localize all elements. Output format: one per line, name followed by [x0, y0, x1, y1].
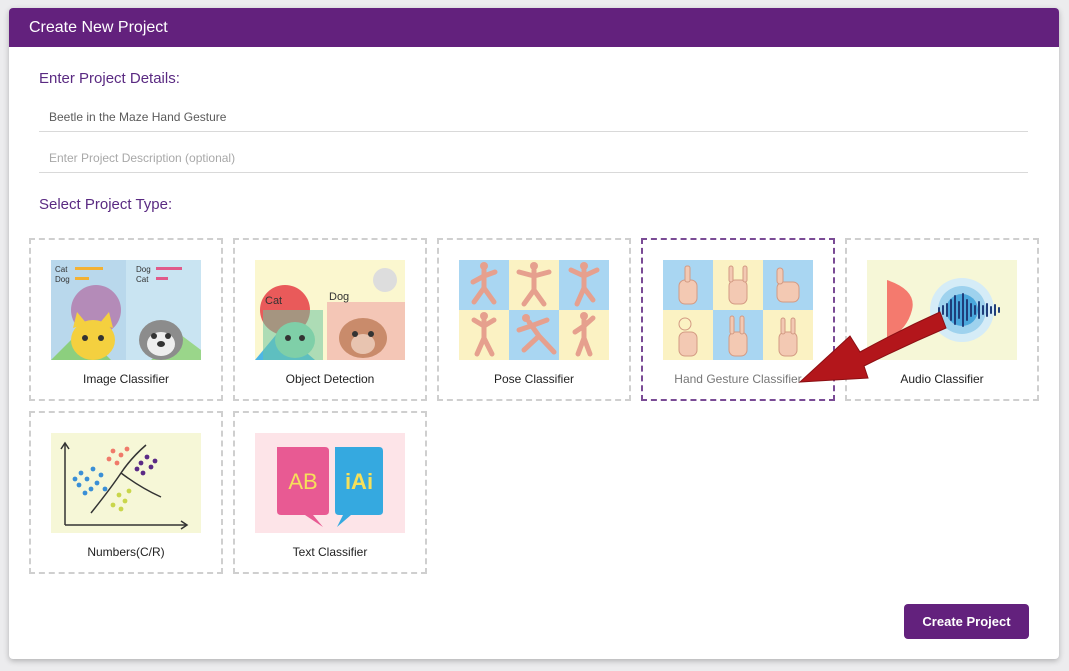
type-card-numbers[interactable]: Numbers(C/R): [29, 411, 223, 574]
ic-label-cat-2: Cat: [136, 275, 149, 284]
project-details-heading: Enter Project Details:: [39, 70, 180, 87]
project-type-heading: Select Project Type:: [39, 196, 173, 213]
od-label-cat: Cat: [265, 295, 282, 307]
type-card-image-classifier[interactable]: Cat Dog Dog Cat Image Classifier: [29, 238, 223, 401]
type-card-label: Hand Gesture Classifier: [674, 372, 802, 386]
project-name-input[interactable]: Beetle in the Maze Hand Gesture: [39, 102, 1028, 132]
pose-classifier-illustration: [459, 260, 609, 360]
project-description-input[interactable]: Enter Project Description (optional): [39, 143, 1028, 173]
audio-classifier-illustration: [867, 260, 1017, 360]
type-card-label: Pose Classifier: [493, 372, 575, 386]
od-label-dog: Dog: [329, 291, 349, 303]
type-card-label: Audio Classifier: [900, 372, 984, 386]
create-project-dialog: Create New Project Enter Project Details…: [9, 8, 1059, 659]
text-classifier-label-iai: iAi: [345, 469, 373, 494]
type-card-pose-classifier[interactable]: Pose Classifier: [437, 238, 631, 401]
ic-label-dog-1: Dog: [55, 275, 70, 284]
type-card-label: Image Classifier: [82, 372, 170, 386]
type-card-hand-gesture-classifier[interactable]: Hand Gesture Classifier: [641, 238, 835, 401]
ic-label-dog-2: Dog: [136, 265, 151, 274]
create-project-button[interactable]: Create Project: [904, 604, 1029, 639]
type-card-object-detection[interactable]: Cat Dog Object Detection: [233, 238, 427, 401]
text-classifier-illustration: AB iAi: [255, 433, 405, 533]
dialog-title: Create New Project: [9, 8, 1059, 47]
numbers-illustration: [51, 433, 201, 533]
hand-gesture-illustration: [663, 260, 813, 360]
type-card-audio-classifier[interactable]: Audio Classifier: [845, 238, 1039, 401]
type-card-label: Text Classifier: [292, 545, 368, 559]
object-detection-illustration: Cat Dog: [255, 260, 405, 360]
ic-label-cat-1: Cat: [55, 265, 68, 274]
type-card-label: Numbers(C/R): [87, 545, 165, 559]
type-card-label: Object Detection: [285, 372, 375, 386]
image-classifier-illustration: Cat Dog Dog Cat: [51, 260, 201, 360]
type-card-text-classifier[interactable]: AB iAi Text Classifier: [233, 411, 427, 574]
text-classifier-label-ab: AB: [288, 469, 317, 494]
